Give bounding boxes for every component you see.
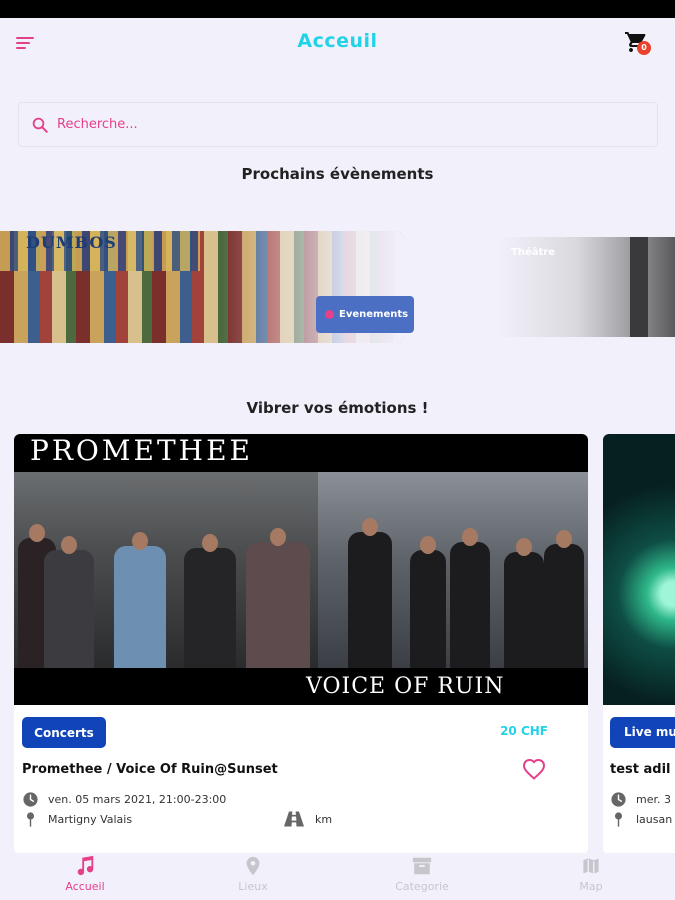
- event-card-image: PROMETHEE VOICE OF RUIN: [14, 434, 588, 705]
- clock-icon: [23, 792, 38, 807]
- pin-icon: [614, 812, 623, 827]
- event-location-row: Martigny Valais: [22, 811, 132, 828]
- banner-poster-text: DUMBOS: [26, 233, 117, 252]
- archive-box-icon: [412, 857, 432, 875]
- event-location: Martigny Valais: [48, 813, 133, 826]
- event-date-row: ven. 05 mars 2021, 21:00-23:00: [22, 791, 226, 808]
- event-card[interactable]: Live mus test adil mer. 3 lausan: [603, 434, 675, 854]
- tab-categorie-label: Categorie: [395, 880, 449, 893]
- events-chip-label: Evenements: [339, 309, 409, 320]
- tab-accueil-label: Accueil: [65, 880, 105, 893]
- status-bar: [0, 0, 675, 18]
- event-title: test adil: [610, 762, 671, 777]
- page-title: Acceuil: [297, 30, 378, 52]
- chip-dot-icon: [325, 310, 334, 319]
- road-icon: [284, 811, 304, 827]
- search-input[interactable]: [57, 103, 647, 146]
- banner-decor: [630, 237, 648, 337]
- bottom-tab-bar: Accueil Lieux Categorie Map: [0, 853, 675, 900]
- cart-count-badge: 0: [637, 41, 651, 55]
- pin-icon: [26, 812, 35, 827]
- price-label: 20 CHF: [500, 724, 548, 738]
- category-chip[interactable]: Live mus: [610, 717, 675, 748]
- event-date: ven. 05 mars 2021, 21:00-23:00: [48, 793, 227, 806]
- search-bar[interactable]: [18, 102, 658, 147]
- band-photo-right: [318, 472, 588, 668]
- band-tagline-text: VOICE OF RUIN: [306, 674, 505, 699]
- event-date: mer. 3: [636, 793, 671, 806]
- emotions-heading: Vibrer vos émotions !: [246, 399, 429, 417]
- event-title: Promethee / Voice Of Ruin@Sunset: [22, 762, 278, 777]
- clock-icon: [611, 792, 626, 807]
- map-pin-icon: [246, 856, 260, 876]
- favorite-heart-icon[interactable]: [522, 758, 546, 780]
- tab-categorie[interactable]: Categorie: [367, 855, 477, 893]
- event-distance-row: km: [284, 811, 332, 827]
- search-icon: [32, 117, 48, 133]
- band-name-text: PROMETHEE: [30, 434, 253, 467]
- tab-lieux[interactable]: Lieux: [198, 855, 308, 893]
- tab-accueil[interactable]: Accueil: [30, 855, 140, 893]
- event-card[interactable]: PROMETHEE VOICE OF RUIN Concerts 20 CHF …: [14, 434, 588, 854]
- theatre-banner-label: Théâtre: [511, 247, 555, 258]
- tab-map[interactable]: Map: [536, 855, 646, 893]
- map-icon: [582, 856, 600, 876]
- event-card-image: [603, 434, 675, 705]
- band-photo-left: [14, 472, 318, 668]
- event-date-row: mer. 3: [610, 791, 671, 808]
- tab-lieux-label: Lieux: [238, 880, 268, 893]
- events-chip[interactable]: Evenements: [316, 296, 414, 333]
- event-distance: km: [315, 812, 333, 826]
- theatre-banner[interactable]: Théâtre: [497, 237, 675, 337]
- tab-map-label: Map: [579, 880, 603, 893]
- event-location: lausan: [636, 813, 673, 826]
- category-chip[interactable]: Concerts: [22, 717, 106, 748]
- event-location-row: lausan: [610, 811, 672, 828]
- upcoming-events-heading: Prochains évènements: [241, 165, 434, 183]
- cart-button[interactable]: 0: [624, 30, 652, 56]
- music-note-icon: [77, 855, 94, 876]
- app-bar: Acceuil 0: [0, 18, 675, 68]
